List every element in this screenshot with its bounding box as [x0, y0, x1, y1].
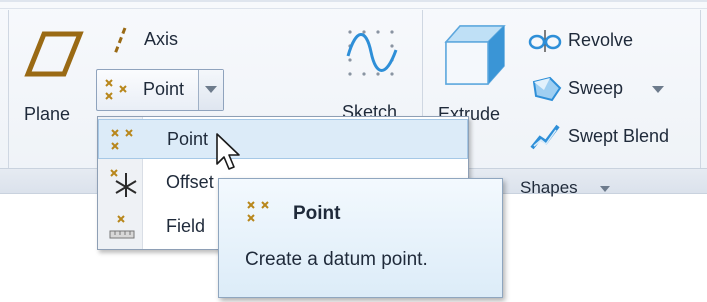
axis-label: Axis: [144, 29, 179, 49]
swept-blend-button[interactable]: Swept Blend: [526, 120, 702, 154]
sweep-label: Sweep: [568, 78, 624, 98]
revolve-icon: [528, 30, 562, 52]
revolve-label: Revolve: [568, 30, 634, 50]
ribbon-separator: [8, 10, 9, 192]
chevron-down-icon: [600, 186, 610, 192]
point-dropdown-arrow[interactable]: [198, 70, 223, 110]
tooltip-description: Create a datum point.: [245, 249, 428, 270]
point-label: Point: [143, 79, 185, 99]
plane-button[interactable]: Plane: [18, 26, 88, 136]
swept-blend-icon: [530, 124, 560, 150]
point-tooltip: Point Create a datum point.: [218, 178, 503, 298]
field-point-icon: [109, 215, 135, 239]
point-icon: [105, 79, 127, 100]
offset-coordinate-point-icon: [110, 169, 137, 197]
menu-item-label: Field: [166, 216, 206, 236]
mouse-cursor-icon: [216, 133, 240, 170]
point-icon: [247, 201, 269, 222]
sketch-icon: [346, 30, 398, 76]
ribbon-top-divider: [0, 8, 707, 9]
point-icon: [111, 129, 133, 150]
chevron-down-icon[interactable]: [652, 86, 664, 94]
extrude-icon: [444, 25, 506, 85]
plane-label: Plane: [24, 104, 71, 124]
menu-item-label: Point: [167, 129, 209, 149]
shapes-group-button[interactable]: Shapes: [518, 178, 618, 200]
menu-item-label: Offset: [166, 172, 214, 192]
chevron-down-icon: [205, 86, 217, 93]
ribbon-separator: [700, 10, 701, 192]
axis-button[interactable]: Axis: [108, 24, 198, 58]
revolve-button[interactable]: Revolve: [526, 26, 656, 56]
shapes-group-label: Shapes: [520, 178, 578, 197]
axis-icon: [113, 27, 127, 55]
plane-icon: [24, 31, 84, 77]
swept-blend-label: Swept Blend: [568, 126, 670, 146]
tooltip-title: Point: [293, 203, 341, 224]
menu-item-point[interactable]: Point: [98, 119, 468, 159]
point-split-button[interactable]: Point: [96, 69, 224, 111]
sweep-icon: [532, 76, 562, 102]
sweep-button[interactable]: Sweep: [526, 72, 676, 106]
